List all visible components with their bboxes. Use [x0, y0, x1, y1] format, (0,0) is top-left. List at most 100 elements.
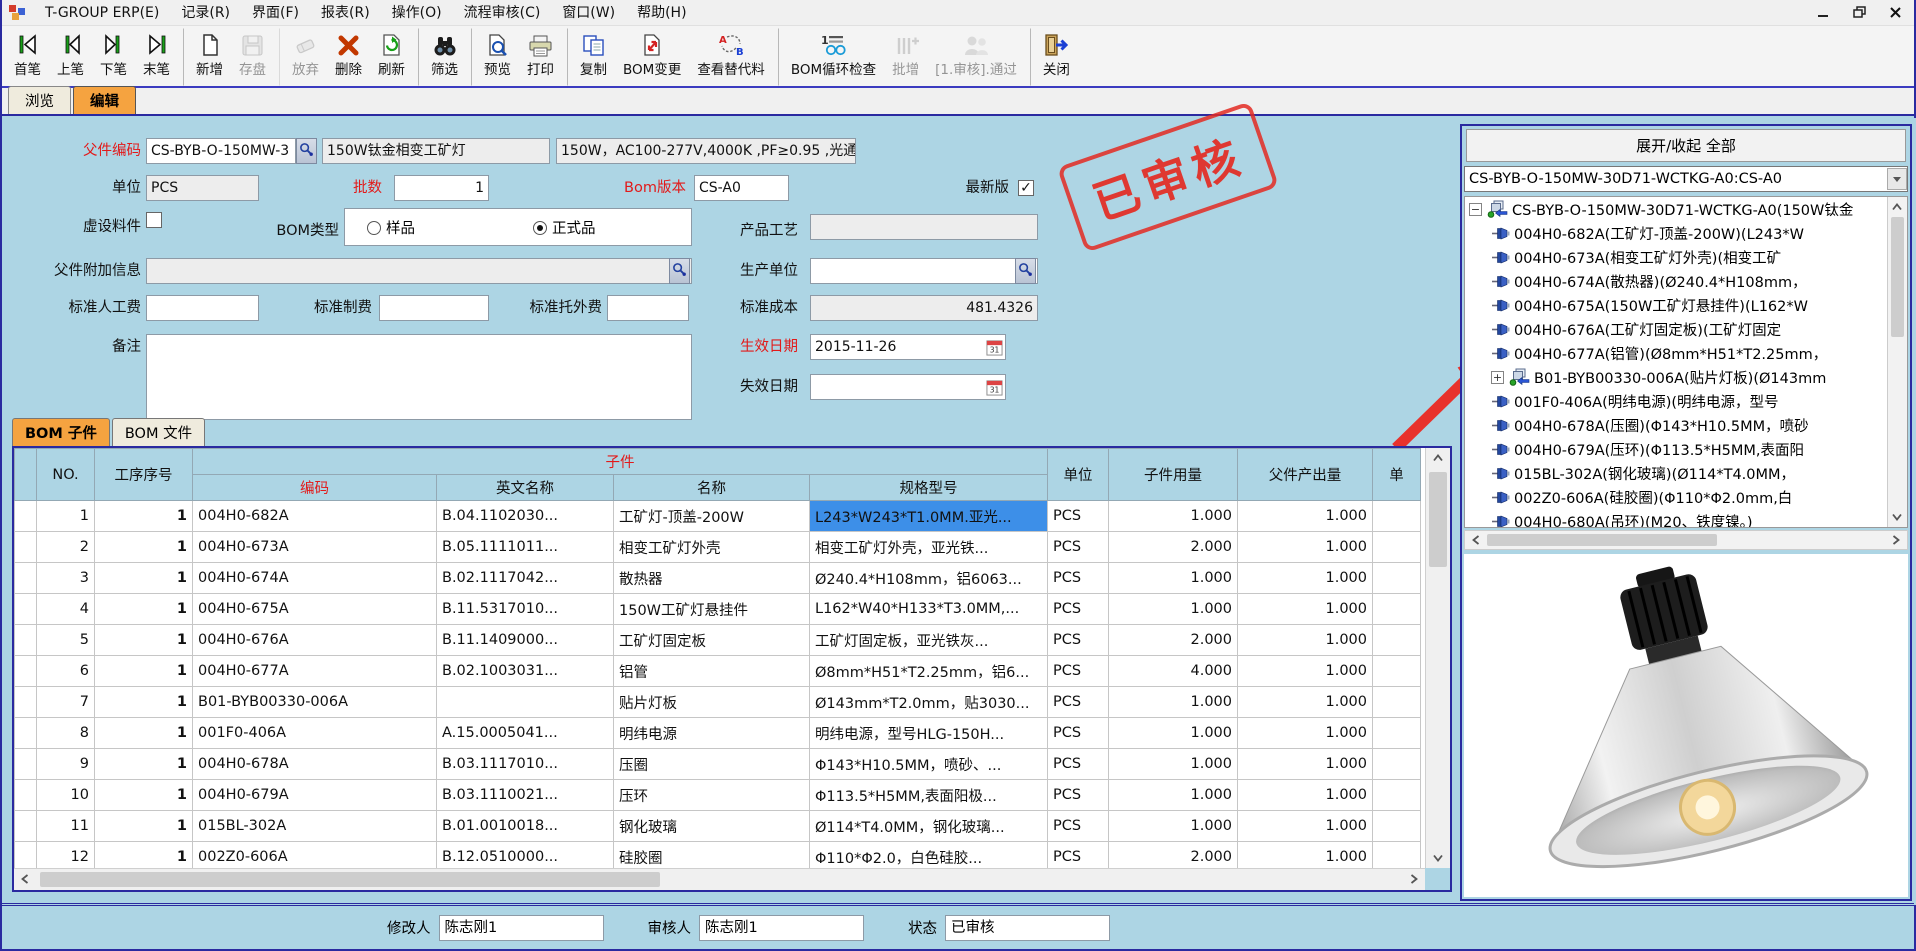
cell-unit2[interactable] [1373, 501, 1421, 532]
cell-spec[interactable]: Φ143*H10.5MM，喷砂、... [810, 749, 1048, 780]
cell-process[interactable]: 1 [95, 625, 193, 656]
cell-process[interactable]: 1 [95, 532, 193, 563]
cell-en-name[interactable]: B.02.1117042... [437, 563, 614, 594]
cell-code[interactable]: 004H0-682A [193, 501, 437, 532]
expand-toggle-icon[interactable]: − [1469, 203, 1482, 216]
cell-no[interactable]: 3 [37, 563, 95, 594]
chevron-left-icon[interactable] [1465, 530, 1487, 550]
cell-parent-qty[interactable]: 1.000 [1238, 656, 1373, 687]
cell-unit2[interactable] [1373, 811, 1421, 842]
table-row[interactable]: 3 1 004H0-674A B.02.1117042... 散热器 Ø240.… [15, 563, 1421, 594]
restore-icon[interactable] [1848, 2, 1870, 22]
cell-code[interactable]: 004H0-677A [193, 656, 437, 687]
tab-bom-files[interactable]: BOM 文件 [112, 418, 205, 446]
toolbar-button[interactable]: 放弃 [279, 28, 327, 86]
cell-parent-qty[interactable]: 1.000 [1238, 842, 1373, 869]
cell-spec[interactable]: 明纬电源，型号HLG-150H... [810, 718, 1048, 749]
cell-process[interactable]: 1 [95, 687, 193, 718]
tree-node[interactable]: 004H0-674A(散热器)(Ø240.4*H108mm， [1465, 269, 1907, 293]
cell-code[interactable]: B01-BYB00330-006A [193, 687, 437, 718]
calendar-icon[interactable]: 31 [984, 377, 1004, 397]
menu-item[interactable]: 窗口(W) [551, 0, 626, 26]
grid-horizontal-scrollbar[interactable] [14, 868, 1425, 890]
tree-node[interactable]: − CS-BYB-O-150MW-30D71-WCTKG-A0(150W钛金 [1465, 197, 1907, 221]
cell-name[interactable]: 铝管 [614, 656, 810, 687]
row-selector-cell[interactable] [15, 687, 37, 718]
cell-parent-qty[interactable]: 1.000 [1238, 625, 1373, 656]
tree-node[interactable]: 015BL-302A(钢化玻璃)(Ø114*T4.0MM， [1465, 461, 1907, 485]
calendar-icon[interactable]: 31 [984, 337, 1004, 357]
menu-item[interactable]: 帮助(H) [626, 0, 697, 26]
cell-parent-qty[interactable]: 1.000 [1238, 532, 1373, 563]
cell-name[interactable]: 明纬电源 [614, 718, 810, 749]
cell-parent-qty[interactable]: 1.000 [1238, 563, 1373, 594]
row-selector-cell[interactable] [15, 842, 37, 869]
cell-code[interactable]: 004H0-674A [193, 563, 437, 594]
cell-no[interactable]: 1 [37, 501, 95, 532]
cell-en-name[interactable]: B.05.1111011... [437, 532, 614, 563]
cell-unit2[interactable] [1373, 563, 1421, 594]
table-row[interactable]: 2 1 004H0-673A B.05.1111011... 相变工矿灯外壳 相… [15, 532, 1421, 563]
toolbar-button[interactable]: 批增 [884, 28, 927, 86]
cell-unit2[interactable] [1373, 687, 1421, 718]
cell-child-qty[interactable]: 2.000 [1109, 532, 1238, 563]
toolbar-button[interactable]: 预览 [471, 28, 519, 86]
chevron-down-icon[interactable] [1427, 848, 1449, 868]
tab-edit[interactable]: 编辑 [73, 86, 136, 114]
tree-node[interactable]: 004H0-673A(相变工矿灯外壳)(相变工矿 [1465, 245, 1907, 269]
cell-spec[interactable]: 工矿灯固定板，亚光铁灰... [810, 625, 1048, 656]
cell-code[interactable]: 004H0-673A [193, 532, 437, 563]
cell-en-name[interactable]: B.04.1102030... [437, 501, 614, 532]
toolbar-button[interactable]: 刷新 [370, 28, 413, 86]
cell-unit2[interactable] [1373, 749, 1421, 780]
tree-vertical-scrollbar[interactable] [1887, 197, 1907, 527]
toolbar-button[interactable]: 存盘 [231, 28, 274, 86]
cell-name[interactable]: 工矿灯固定板 [614, 625, 810, 656]
cell-en-name[interactable]: A.15.0005041... [437, 718, 614, 749]
row-selector-cell[interactable] [15, 656, 37, 687]
scrollbar-thumb[interactable] [1429, 472, 1447, 567]
cell-spec[interactable]: Φ113.5*H5MM,表面阳极... [810, 780, 1048, 811]
row-selector-cell[interactable] [15, 594, 37, 625]
cell-spec[interactable]: Φ110*Φ2.0，白色硅胶... [810, 842, 1048, 869]
cell-unit[interactable]: PCS [1048, 625, 1109, 656]
tree-node[interactable]: 004H0-675A(150W工矿灯悬挂件)(L162*W [1465, 293, 1907, 317]
menu-item[interactable]: 操作(O) [381, 0, 453, 26]
chevron-down-icon[interactable] [1887, 168, 1907, 190]
toolbar-button[interactable]: 新增 [183, 28, 231, 86]
table-row[interactable]: 9 1 004H0-678A B.03.1117010... 压圈 Φ143*H… [15, 749, 1421, 780]
row-selector-cell[interactable] [15, 501, 37, 532]
cell-child-qty[interactable]: 1.000 [1109, 749, 1238, 780]
tree-node[interactable]: 004H0-677A(铝管)(Ø8mm*H51*T2.25mm， [1465, 341, 1907, 365]
tab-browse[interactable]: 浏览 [8, 86, 71, 114]
cell-unit[interactable]: PCS [1048, 811, 1109, 842]
cell-spec[interactable]: 相变工矿灯外壳，亚光铁... [810, 532, 1048, 563]
cell-unit[interactable]: PCS [1048, 563, 1109, 594]
cell-en-name[interactable]: B.01.0010018... [437, 811, 614, 842]
cell-no[interactable]: 2 [37, 532, 95, 563]
cell-code[interactable]: 001F0-406A [193, 718, 437, 749]
toolbar-button[interactable]: 首笔 [6, 28, 49, 86]
cell-name[interactable]: 钢化玻璃 [614, 811, 810, 842]
cell-unit[interactable]: PCS [1048, 656, 1109, 687]
cell-child-qty[interactable]: 2.000 [1109, 625, 1238, 656]
cell-en-name[interactable]: B.02.1003031... [437, 656, 614, 687]
cell-spec[interactable]: Ø143mm*T2.0mm，贴3030... [810, 687, 1048, 718]
bom-type-sample-option[interactable]: 样品 [367, 217, 415, 238]
menu-item[interactable]: 界面(F) [241, 0, 310, 26]
cell-process[interactable]: 1 [95, 811, 193, 842]
cell-name[interactable]: 贴片灯板 [614, 687, 810, 718]
table-row[interactable]: 10 1 004H0-679A B.03.1110021... 压环 Φ113.… [15, 780, 1421, 811]
table-row[interactable]: 8 1 001F0-406A A.15.0005041... 明纬电源 明纬电源… [15, 718, 1421, 749]
toolbar-button[interactable]: 删除 [327, 28, 370, 86]
menu-item[interactable]: T-GROUP ERP(E) [34, 0, 170, 26]
tree-node[interactable]: 004H0-676A(工矿灯固定板)(工矿灯固定 [1465, 317, 1907, 341]
scrollbar-thumb[interactable] [1891, 217, 1904, 337]
audited-by-field[interactable]: 陈志刚1 [699, 915, 864, 941]
chevron-up-icon[interactable] [1886, 197, 1908, 217]
minimize-icon[interactable] [1812, 2, 1834, 22]
cell-process[interactable]: 1 [95, 842, 193, 869]
cell-parent-qty[interactable]: 1.000 [1238, 687, 1373, 718]
cell-unit[interactable]: PCS [1048, 594, 1109, 625]
cell-en-name[interactable]: B.11.5317010... [437, 594, 614, 625]
